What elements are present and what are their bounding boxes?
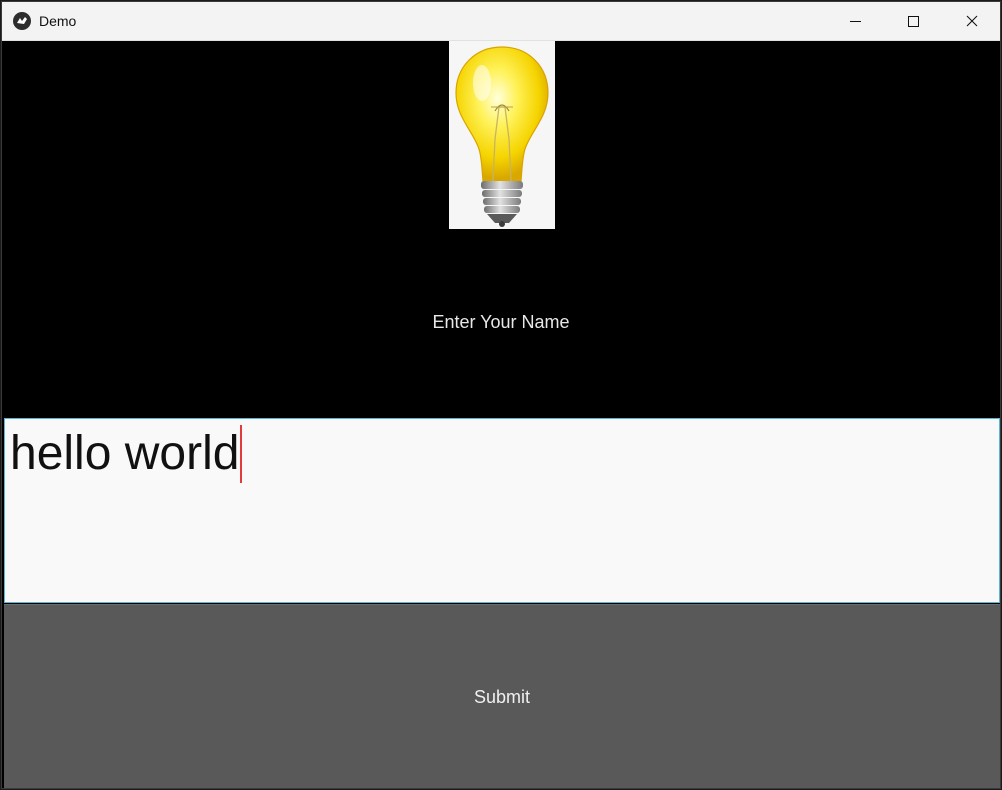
prompt-label: Enter Your Name bbox=[432, 312, 570, 332]
title-bar[interactable]: Demo bbox=[2, 2, 1000, 41]
input-text-line: hello world bbox=[10, 425, 243, 483]
window-title: Demo bbox=[39, 13, 77, 29]
app-window: Demo Enter Your Name hello world Submit bbox=[1, 1, 1001, 789]
close-icon bbox=[966, 15, 978, 27]
text-cursor bbox=[240, 425, 243, 483]
minimize-icon bbox=[850, 21, 861, 22]
submit-label: Submit bbox=[473, 687, 531, 707]
lightbulb-icon bbox=[455, 46, 549, 227]
app-content: Enter Your Name hello world Submit bbox=[2, 41, 1000, 788]
kivy-logo-icon bbox=[13, 12, 31, 30]
name-input[interactable]: hello world bbox=[4, 418, 1000, 603]
input-value: hello world bbox=[10, 427, 240, 480]
minimize-button[interactable] bbox=[832, 2, 878, 40]
maximize-button[interactable] bbox=[890, 2, 936, 40]
submit-button[interactable]: Submit bbox=[4, 604, 1000, 788]
close-button[interactable] bbox=[948, 2, 994, 40]
maximize-icon bbox=[908, 16, 919, 27]
lightbulb-image bbox=[449, 41, 555, 229]
